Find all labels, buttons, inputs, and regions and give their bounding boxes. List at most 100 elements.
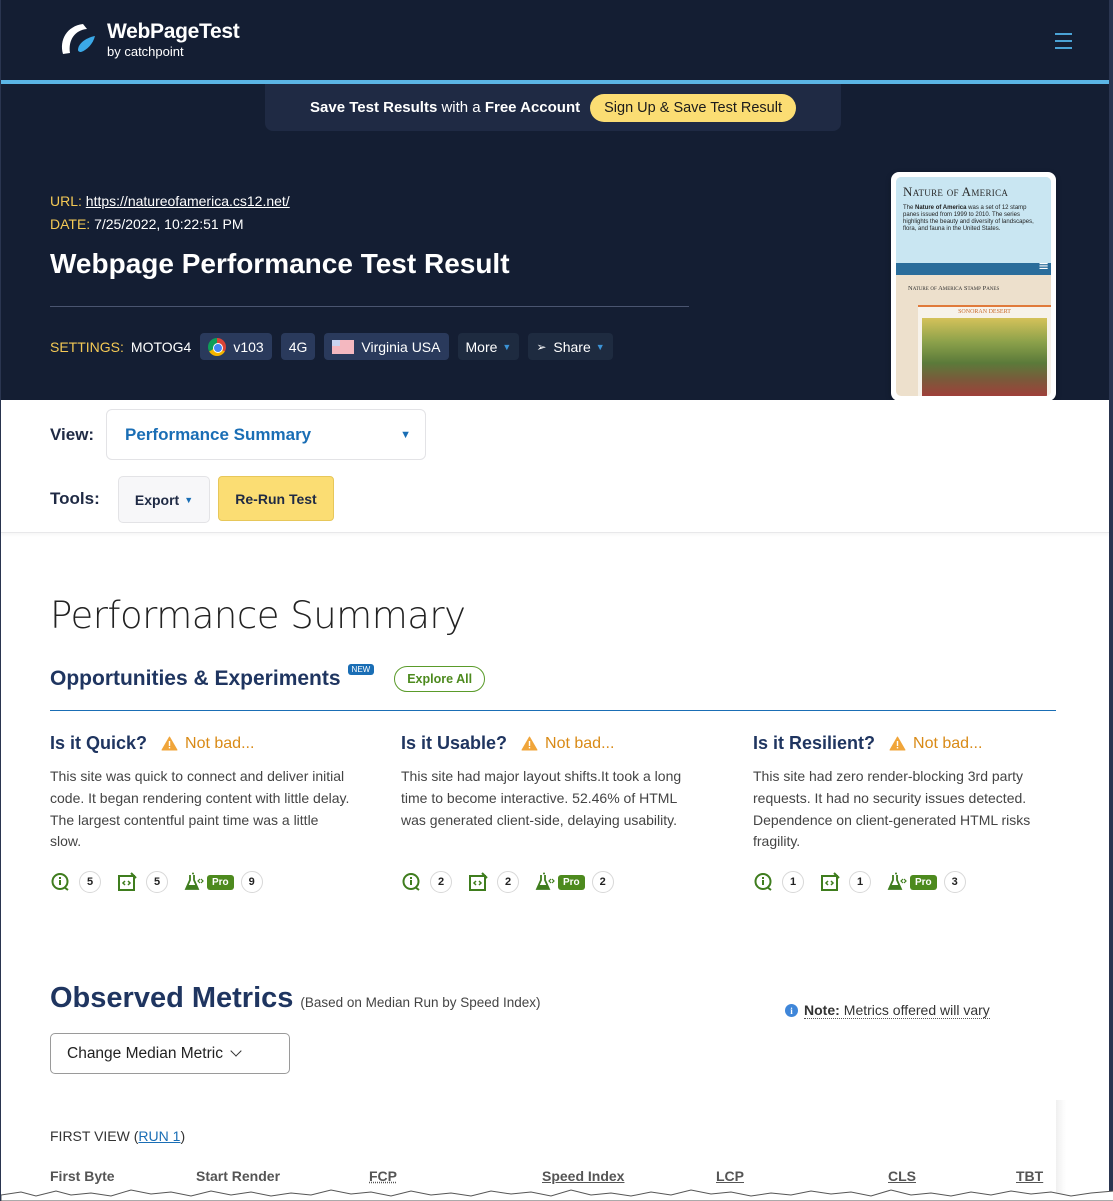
webpagetest-logo[interactable]: WebPageTest by catchpoint: [57, 19, 240, 59]
experiments-flask-icon[interactable]: [184, 872, 204, 892]
explore-all-button[interactable]: Explore All: [394, 666, 486, 692]
first-view-label: FIRST VIEW (RUN 1): [50, 1128, 185, 1144]
opportunities-count: 1: [849, 871, 871, 893]
observed-metrics-header: Observed Metrics (Based on Median Run by…: [50, 982, 541, 1015]
pro-badge: Pro: [207, 874, 234, 890]
test-meta: URL: https://natureofamerica.cs12.net/ D…: [50, 190, 290, 236]
run-1-link[interactable]: RUN 1: [138, 1128, 180, 1144]
connection-chip: 4G: [280, 333, 316, 360]
median-button-label: Change Median Metric: [67, 1044, 223, 1062]
experiments-count: 2: [591, 871, 614, 893]
send-icon: ➢: [536, 339, 547, 354]
us-flag-icon: [332, 339, 355, 354]
connection-type: 4G: [288, 338, 308, 355]
test-date: 7/25/2022, 10:22:51 PM: [94, 216, 244, 232]
warning-icon: [889, 736, 906, 751]
view-tools-bar: View: Performance Summary ▼ Tools: Expor…: [1, 400, 1109, 533]
promo-bold-1: Save Test Results: [310, 99, 438, 116]
usable-card: Is it Usable? Not bad... This site had m…: [401, 733, 701, 903]
test-settings: SETTINGS: MOTOG4 v103 4G Virginia USA Mo…: [50, 333, 622, 360]
hamburger-menu-icon[interactable]: [1055, 33, 1072, 49]
thumbnail-intro: The Nature of America was a set of 12 st…: [903, 205, 1044, 233]
opportunities-code-icon[interactable]: [468, 872, 488, 892]
experiments-flask-icon[interactable]: [535, 872, 555, 892]
opportunities-code-icon[interactable]: [820, 872, 840, 892]
card-counts: 2 2 Pro 2: [401, 871, 630, 893]
export-button[interactable]: Export ▼: [118, 476, 210, 523]
opportunities-code-icon[interactable]: [117, 872, 137, 892]
opportunities-count: 5: [146, 871, 168, 893]
status-badge: Not bad...: [889, 735, 982, 753]
caret-down-icon: ▼: [184, 494, 194, 505]
page-screenshot-thumbnail[interactable]: Nature of America The Nature of America …: [891, 172, 1056, 401]
device-name: MOTOG4: [130, 338, 192, 355]
tested-url-link[interactable]: https://natureofamerica.cs12.net/: [86, 193, 290, 209]
thumbnail-site-title: Nature of America: [903, 184, 1009, 199]
observed-metrics-subtitle: (Based on Median Run by Speed Index): [300, 995, 541, 1010]
quick-card: Is it Quick? Not bad... This site was qu…: [50, 733, 350, 903]
observations-count: 5: [79, 871, 101, 893]
logo-subtitle: by catchpoint: [107, 43, 184, 59]
metric-header-fcp[interactable]: FCP: [369, 1168, 397, 1184]
share-label: Share: [553, 338, 591, 355]
card-title[interactable]: Is it Quick?: [50, 733, 147, 754]
section-divider: [50, 710, 1056, 711]
caret-down-icon: ▼: [502, 341, 512, 352]
card-description: This site had zero render-blocking 3rd p…: [753, 768, 1031, 850]
logo-title: WebPageTest: [107, 19, 240, 43]
change-median-metric-button[interactable]: Change Median Metric: [50, 1033, 290, 1074]
experiments-count: 9: [240, 871, 263, 893]
thumbnail-subheading: Nature of America Stamp Panes: [908, 285, 1000, 292]
card-description: This site had major layout shifts.It too…: [401, 768, 682, 828]
opportunities-title: Opportunities & Experiments: [50, 667, 341, 690]
rerun-test-button[interactable]: Re-Run Test: [218, 476, 334, 521]
thumbnail-stamp-card: Sonoran Desert: [918, 305, 1051, 396]
warning-icon: [161, 736, 178, 751]
card-counts: 1 1 Pro 3: [753, 871, 982, 893]
more-settings-button[interactable]: More ▼: [457, 333, 520, 360]
metrics-note[interactable]: i Note: Metrics offered will vary: [785, 1002, 990, 1019]
status-badge: Not bad...: [161, 735, 254, 753]
thumbnail-intro-pre: The: [903, 205, 916, 211]
caret-down-icon: ▼: [595, 341, 605, 352]
observations-icon[interactable]: [401, 872, 421, 892]
metric-header-lcp[interactable]: LCP: [716, 1168, 744, 1184]
promo-mid: with a: [437, 99, 485, 116]
opportunities-header: Opportunities & Experiments NEW Explore …: [50, 663, 486, 692]
save-results-banner: Save Test Results with a Free Account Si…: [265, 84, 841, 131]
resilient-card: Is it Resilient? Not bad... This site ha…: [753, 733, 1053, 903]
tools-label: Tools:: [50, 489, 100, 508]
torn-edge-decoration: [1, 1189, 1113, 1201]
hero-divider: [50, 306, 689, 307]
status-badge: Not bad...: [521, 735, 614, 753]
pro-badge: Pro: [910, 874, 937, 890]
sign-up-save-button[interactable]: Sign Up & Save Test Result: [590, 93, 796, 122]
promo-bold-2: Free Account: [484, 99, 581, 116]
new-badge: NEW: [347, 663, 375, 675]
experiments-flask-icon[interactable]: [887, 872, 907, 892]
view-selected: Performance Summary: [125, 424, 312, 444]
card-title[interactable]: Is it Resilient?: [753, 733, 875, 754]
thumbnail-nav-bar: [896, 259, 1051, 275]
metric-header-cls[interactable]: CLS: [888, 1168, 916, 1184]
observations-icon[interactable]: [50, 872, 70, 892]
opportunities-count: 2: [497, 871, 519, 893]
card-title[interactable]: Is it Usable?: [401, 733, 507, 754]
observations-count: 1: [782, 871, 804, 893]
metric-header-first-byte: First Byte: [50, 1168, 115, 1184]
metric-header-speed-index[interactable]: Speed Index: [542, 1168, 624, 1184]
browser-version: v103: [233, 338, 264, 355]
warning-icon: [521, 736, 538, 751]
view-select[interactable]: Performance Summary ▼: [106, 409, 426, 460]
settings-label: SETTINGS:: [50, 338, 124, 355]
pro-badge: Pro: [558, 874, 585, 890]
status-text: Not bad...: [545, 734, 615, 752]
card-description: This site was quick to connect and deliv…: [50, 768, 350, 850]
status-text: Not bad...: [185, 734, 255, 752]
thumbnail-intro-bold: Nature of America: [915, 205, 967, 211]
observations-count: 2: [430, 871, 452, 893]
share-button[interactable]: ➢ Share ▼: [528, 333, 613, 360]
metric-header-tbt[interactable]: TBT: [1016, 1168, 1043, 1184]
metric-header-start-render: Start Render: [196, 1168, 281, 1184]
observations-icon[interactable]: [753, 872, 773, 892]
